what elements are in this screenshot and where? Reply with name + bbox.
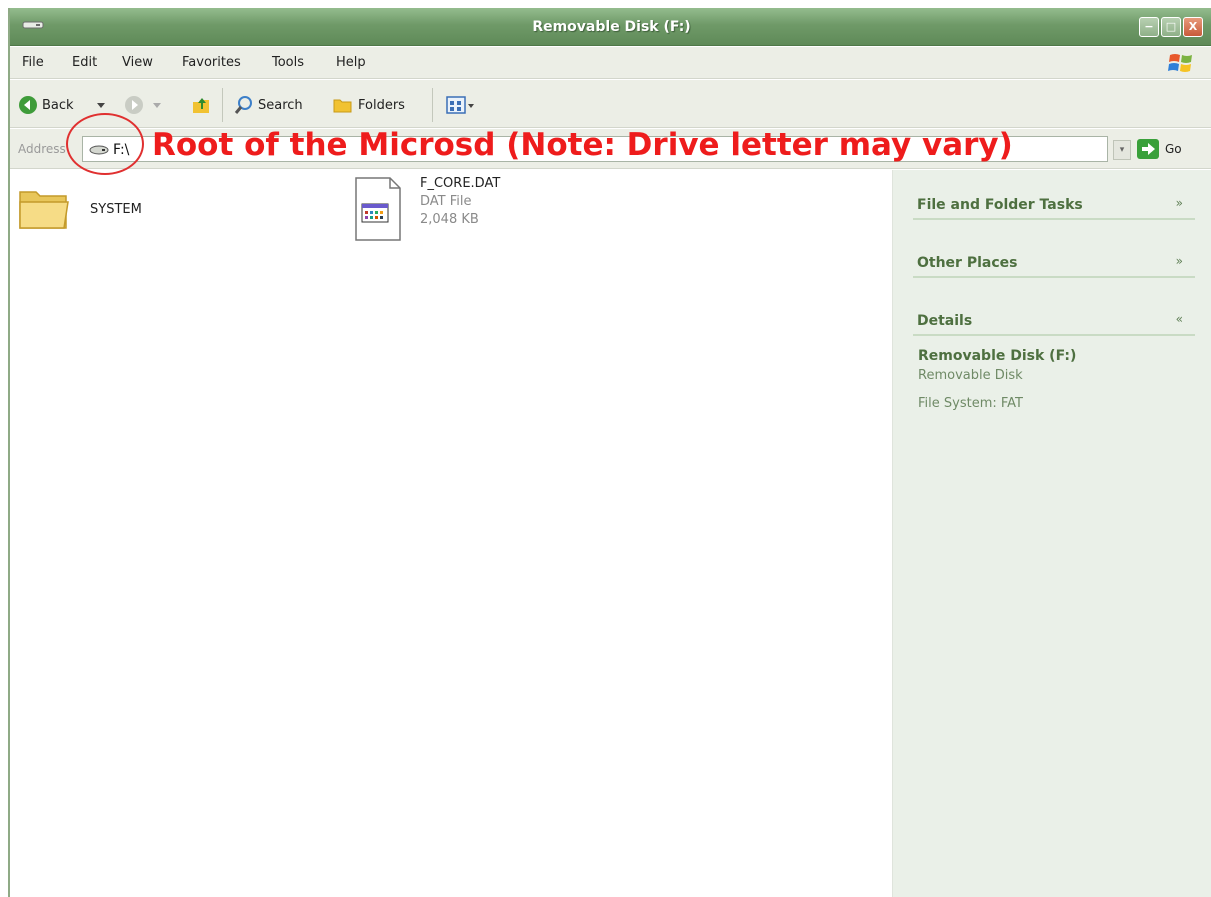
details-drive-type: Removable Disk (918, 368, 1023, 383)
details-file-system: File System: FAT (918, 396, 1023, 411)
back-label: Back (42, 97, 74, 113)
forward-dropdown-button[interactable] (152, 94, 162, 116)
details-drive-name: Removable Disk (F:) (918, 348, 1077, 364)
search-label: Search (258, 97, 303, 113)
menu-help[interactable]: Help (336, 55, 366, 70)
file-list[interactable] (10, 170, 892, 897)
drive-icon (89, 145, 109, 155)
menu-file[interactable]: File (22, 55, 44, 70)
back-button[interactable]: Back (18, 94, 74, 116)
menu-view[interactable]: View (122, 55, 153, 70)
go-button[interactable]: Go (1136, 138, 1182, 160)
back-arrow-icon (19, 96, 37, 114)
search-icon (234, 96, 252, 114)
views-grid-icon (446, 96, 474, 114)
annotation-text: Root of the Microsd (Note: Drive letter … (152, 127, 1013, 163)
windows-logo-icon (1168, 54, 1192, 72)
collapse-chevron-icon[interactable]: « (1176, 312, 1183, 326)
task-section-title: Details (917, 313, 973, 329)
task-section-file-folder[interactable]: File and Folder Tasks » (913, 192, 1195, 220)
task-section-title: File and Folder Tasks (917, 197, 1083, 213)
up-folder-icon (193, 98, 209, 113)
address-dropdown-button[interactable]: ▾ (1113, 140, 1131, 160)
menu-edit[interactable]: Edit (72, 55, 97, 70)
expand-chevron-icon[interactable]: » (1176, 196, 1183, 210)
file-name-f-core[interactable]: F_CORE.DAT (420, 176, 500, 191)
menu-tools[interactable]: Tools (272, 55, 304, 70)
close-button[interactable]: X (1183, 17, 1203, 37)
search-button[interactable]: Search (234, 94, 303, 116)
chevron-down-icon (97, 103, 105, 108)
forward-arrow-icon (125, 96, 143, 114)
toolbar-separator (432, 88, 433, 122)
folders-label: Folders (358, 97, 405, 113)
up-folder-button[interactable] (190, 94, 212, 116)
toolbar: Back Search Folders (10, 80, 1211, 128)
views-button[interactable] (446, 94, 476, 116)
chevron-down-icon (153, 103, 161, 108)
task-pane: File and Folder Tasks » Other Places » D… (892, 170, 1211, 897)
folders-icon (333, 99, 352, 113)
task-section-title: Other Places (917, 255, 1018, 271)
task-section-other-places[interactable]: Other Places » (913, 250, 1195, 278)
maximize-button[interactable]: □ (1161, 17, 1181, 37)
address-value: F:\ (113, 142, 130, 158)
task-section-details[interactable]: Details « (913, 308, 1195, 336)
minimize-button[interactable]: − (1139, 17, 1159, 37)
folder-name-system[interactable]: SYSTEM (90, 202, 142, 217)
address-label: Address (18, 142, 66, 156)
toolbar-separator (222, 88, 223, 122)
folder-icon[interactable] (16, 180, 72, 236)
title-bar[interactable]: Removable Disk (F:) − □ X (10, 8, 1211, 46)
go-label: Go (1165, 142, 1182, 156)
file-size: 2,048 KB (420, 212, 479, 227)
menu-bar: File Edit View Favorites Tools Help (10, 47, 1211, 79)
go-arrow-icon (1137, 139, 1159, 159)
folders-button[interactable]: Folders (332, 94, 405, 116)
expand-chevron-icon[interactable]: » (1176, 254, 1183, 268)
window-title: Removable Disk (F:) (532, 19, 691, 35)
forward-button[interactable] (124, 94, 144, 116)
dat-file-icon[interactable] (348, 174, 404, 244)
menu-favorites[interactable]: Favorites (182, 55, 241, 70)
back-dropdown-button[interactable] (96, 94, 106, 116)
file-type: DAT File (420, 194, 472, 209)
